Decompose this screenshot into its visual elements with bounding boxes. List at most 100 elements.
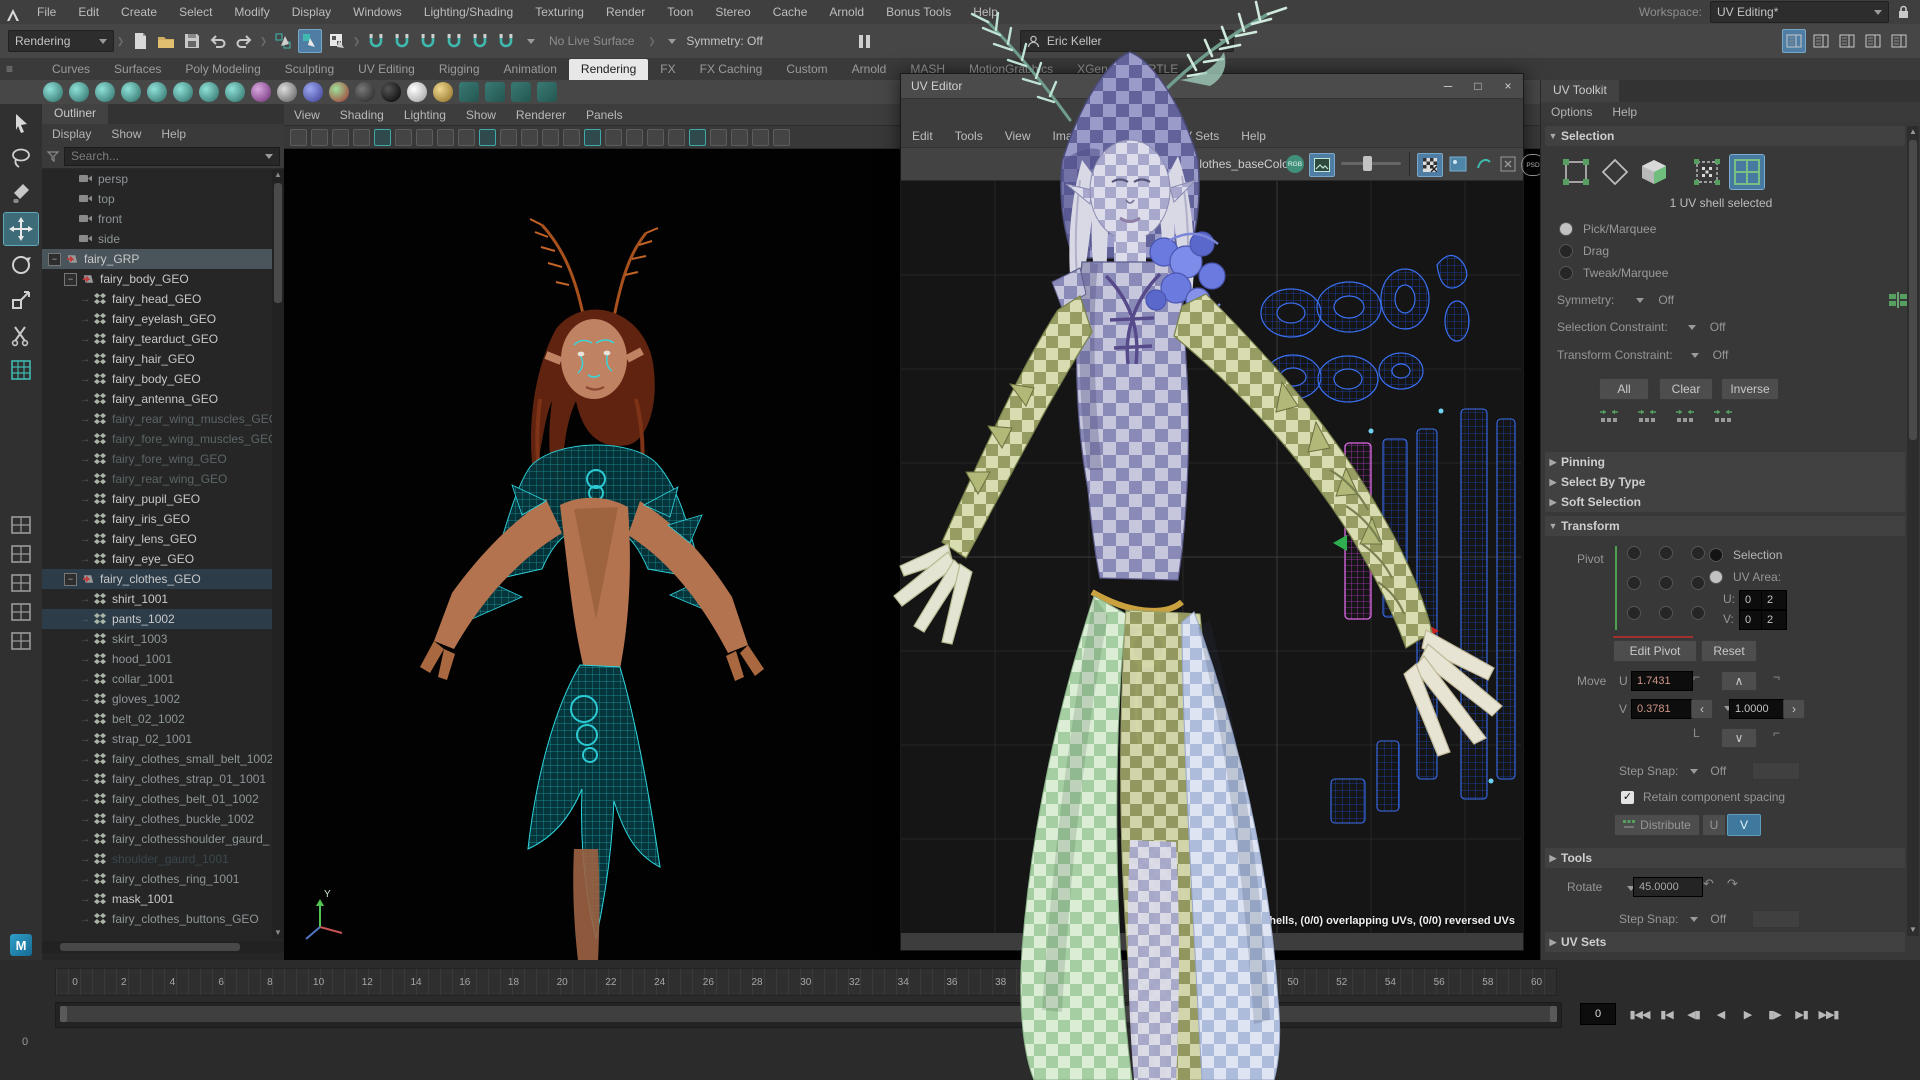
- pivot-grid-radio[interactable]: [1691, 546, 1705, 560]
- menu-select[interactable]: Select: [168, 0, 223, 24]
- reset-pivot-button[interactable]: Reset: [1701, 640, 1757, 662]
- outliner-item-fairy_clothes_strap_01_1001[interactable]: →fairy_clothes_strap_01_1001: [42, 769, 284, 789]
- shelf-tab-uv-editing[interactable]: UV Editing: [346, 59, 427, 80]
- inverse-button[interactable]: Inverse: [1721, 378, 1779, 400]
- lasso-tool[interactable]: [4, 142, 38, 174]
- outliner-item-fairy_tearduct_GEO[interactable]: →fairy_tearduct_GEO: [42, 329, 284, 349]
- move-right-button[interactable]: ›: [1783, 699, 1805, 719]
- outliner-search-input[interactable]: Search...: [64, 147, 280, 166]
- outliner-item-persp[interactable]: persp: [42, 169, 284, 189]
- outliner-item-fairy_clothes_belt_01_1002[interactable]: →fairy_clothes_belt_01_1002: [42, 789, 284, 809]
- symmetry-caret[interactable]: [668, 39, 676, 44]
- rotate-cw-icon[interactable]: ↷: [1727, 876, 1738, 892]
- user-account-dropdown[interactable]: Eric Keller: [1020, 30, 1234, 52]
- exposure-slider[interactable]: [1341, 162, 1401, 165]
- outliner-item-top[interactable]: top: [42, 189, 284, 209]
- checker-filter-button[interactable]: [1417, 153, 1443, 177]
- outliner-item-fairy_eye_GEO[interactable]: →fairy_eye_GEO: [42, 549, 284, 569]
- light4-shelf-icon[interactable]: [121, 82, 141, 102]
- outliner-item-fairy_clothes_GEO[interactable]: −fairy_clothes_GEO: [42, 569, 284, 589]
- outliner-item-shoulder_gaurd_1001[interactable]: →shoulder_gaurd_1001: [42, 849, 284, 869]
- grow-uv-icon[interactable]: [1711, 408, 1735, 424]
- outliner-tab[interactable]: Outliner: [42, 104, 108, 124]
- pivot-grid-radio[interactable]: [1691, 606, 1705, 620]
- rgb-channels-button[interactable]: RGB: [1286, 155, 1304, 173]
- outliner-item-fairy_lens_GEO[interactable]: →fairy_lens_GEO: [42, 529, 284, 549]
- outliner-item-side[interactable]: side: [42, 229, 284, 249]
- light8-shelf-icon[interactable]: [225, 82, 245, 102]
- shrink-shell-icon[interactable]: [1635, 408, 1659, 424]
- face-icon[interactable]: [1637, 155, 1671, 189]
- viewport-icon-3[interactable]: [332, 129, 349, 146]
- outliner-item-fairy_fore_wing_GEO[interactable]: →fairy_fore_wing_GEO: [42, 449, 284, 469]
- sphere-blue-shelf-icon[interactable]: [303, 82, 323, 102]
- uvtool3-shelf-icon[interactable]: [511, 82, 531, 102]
- viewport-icon-16[interactable]: [605, 129, 622, 146]
- viewport-icon-21[interactable]: [710, 129, 727, 146]
- sphere-gray-shelf-icon[interactable]: [277, 82, 297, 102]
- three-pane-layout[interactable]: [4, 570, 38, 596]
- retain-spacing-checkbox[interactable]: ✓ Retain component spacing: [1621, 790, 1785, 804]
- viewport-icon-24[interactable]: [773, 129, 790, 146]
- snap-projected-center-icon[interactable]: [443, 30, 465, 52]
- pivot-grid-radio[interactable]: [1659, 606, 1673, 620]
- snap-grid-icon[interactable]: [365, 30, 387, 52]
- outliner-item-fairy_clothes_buttons_GEO[interactable]: →fairy_clothes_buttons_GEO: [42, 909, 284, 929]
- uv-shell-icon[interactable]: [1729, 154, 1765, 190]
- viewport-icon-12[interactable]: [521, 129, 538, 146]
- two-pane-layout[interactable]: [4, 541, 38, 567]
- transform-constraint-caret[interactable]: [1691, 353, 1699, 358]
- light2-shelf-icon[interactable]: [69, 82, 89, 102]
- attribute-editor-icon[interactable]: [1836, 30, 1858, 52]
- shelf-tab-rigging[interactable]: Rigging: [427, 59, 492, 80]
- viewport-icon-19[interactable]: [668, 129, 685, 146]
- menu-set-dropdown[interactable]: Rendering: [8, 30, 114, 52]
- viewport-menu-panels[interactable]: Panels: [576, 108, 633, 122]
- outliner-item-strap_02_1001[interactable]: →strap_02_1001: [42, 729, 284, 749]
- texture-image-icon[interactable]: [1089, 153, 1111, 175]
- shelf-tab-animation[interactable]: Animation: [492, 59, 569, 80]
- distribute-button[interactable]: Distribute: [1614, 814, 1700, 836]
- viewport-icon-11[interactable]: [500, 129, 517, 146]
- pivot-uv-area-radio[interactable]: UV Area:: [1709, 570, 1781, 584]
- uv-menu-edit[interactable]: Edit: [901, 129, 944, 143]
- shelf-tab-custom[interactable]: Custom: [774, 59, 839, 80]
- move-step-field[interactable]: 1.0000: [1729, 699, 1785, 719]
- pivot-selection-radio[interactable]: Selection: [1709, 548, 1782, 562]
- uv-menu-help[interactable]: Help: [1230, 129, 1277, 143]
- light6-shelf-icon[interactable]: [173, 82, 193, 102]
- viewport-icon-8[interactable]: [437, 129, 454, 146]
- tool-settings-icon[interactable]: [1862, 30, 1884, 52]
- sphere-gold-shelf-icon[interactable]: [433, 82, 453, 102]
- outliner-item-fairy_pupil_GEO[interactable]: →fairy_pupil_GEO: [42, 489, 284, 509]
- outliner-menu-help[interactable]: Help: [151, 127, 196, 141]
- shelf-tab-fx-caching[interactable]: FX Caching: [688, 59, 775, 80]
- uv-editor-canvas[interactable]: (1/0) UV shells, (0/0) overlapping UVs, …: [901, 181, 1523, 933]
- paint-shelf-icon[interactable]: [251, 82, 271, 102]
- viewport-menu-lighting[interactable]: Lighting: [394, 108, 456, 122]
- outliner-item-shirt_1001[interactable]: →shirt_1001: [42, 589, 284, 609]
- menu-toon[interactable]: Toon: [656, 0, 704, 24]
- sphere-black-shelf-icon[interactable]: [381, 82, 401, 102]
- symmetry-dropdown-caret[interactable]: [1636, 298, 1644, 303]
- menu-bonus-tools[interactable]: Bonus Tools: [875, 0, 962, 24]
- toolkit-menu-help[interactable]: Help: [1602, 105, 1647, 119]
- viewport-icon-7[interactable]: [416, 129, 433, 146]
- menu-cache[interactable]: Cache: [762, 0, 819, 24]
- outliner-item-mask_1001[interactable]: →mask_1001: [42, 889, 284, 909]
- sphere-dark-shelf-icon[interactable]: [355, 82, 375, 102]
- outliner-item-fairy_rear_wing_muscles_GEO[interactable]: →fairy_rear_wing_muscles_GEO: [42, 409, 284, 429]
- section-soft-selection[interactable]: ▶Soft Selection: [1545, 492, 1905, 512]
- step-back-frame-button[interactable]: ▮◀: [1653, 1003, 1680, 1025]
- section-uv-sets[interactable]: ▶UV Sets: [1545, 932, 1905, 952]
- outliner-item-hood_1001[interactable]: →hood_1001: [42, 649, 284, 669]
- menu-render[interactable]: Render: [595, 0, 656, 24]
- uv-menu-uv-sets[interactable]: UV Sets: [1164, 129, 1230, 143]
- menu-create[interactable]: Create: [110, 0, 168, 24]
- outliner-menu-show[interactable]: Show: [101, 127, 151, 141]
- viewport-menu-shading[interactable]: Shading: [330, 108, 394, 122]
- menu-windows[interactable]: Windows: [342, 0, 413, 24]
- outliner-pane-layout[interactable]: [4, 628, 38, 654]
- go-to-start-button[interactable]: ▮◀◀: [1626, 1003, 1653, 1025]
- rotate-ccw-icon[interactable]: ↶: [1703, 876, 1714, 892]
